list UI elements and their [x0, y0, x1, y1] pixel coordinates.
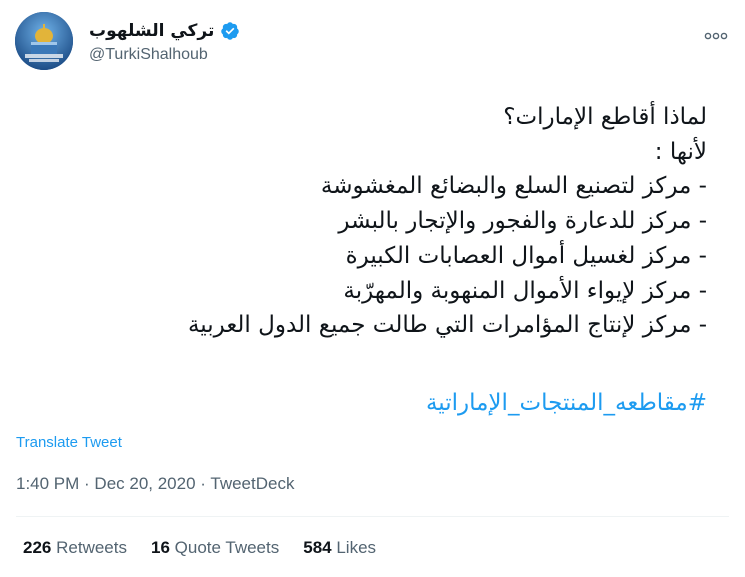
retweets-count: 226: [23, 538, 52, 557]
tweet-metadata: 1:40 PM · Dec 20, 2020 · TweetDeck: [16, 474, 294, 494]
avatar[interactable]: [15, 12, 73, 70]
likes-stat[interactable]: 584 Likes: [303, 538, 376, 558]
retweets-stat[interactable]: 226 Retweets: [23, 538, 127, 558]
author-info: تركي الشلهوب @TurkiShalhoub: [89, 20, 240, 64]
tweet-line: لأنها :: [654, 138, 707, 165]
tweet-time[interactable]: 1:40 PM: [16, 474, 79, 493]
tweet-line: - مركز لتصنيع السلع والبضائع المغشوشة: [320, 173, 707, 200]
likes-label: Likes: [336, 538, 377, 557]
quote-tweets-label: Quote Tweets: [174, 538, 280, 557]
tweet-line: - مركز للدعارة والفجور والإتجار بالبشر: [338, 208, 707, 235]
retweets-label: Retweets: [56, 538, 127, 557]
tweet-line: - مركز لإنتاج المؤامرات التي طالت جميع ا…: [187, 312, 707, 339]
author-handle[interactable]: @TurkiShalhoub: [89, 46, 240, 64]
hashtag-link[interactable]: #مقاطعه_المنتجات_الإماراتية: [67, 386, 707, 421]
quote-tweets-count: 16: [150, 538, 170, 557]
tweet-line: لماذا أقاطع الإمارات؟: [503, 104, 707, 130]
quote-tweets-stat[interactable]: 16 Quote Tweets: [151, 538, 279, 558]
tweet-line: - مركز لإيواء الأموال المنهوبة والمهرّبة: [343, 277, 707, 304]
more-options-icon[interactable]: [704, 26, 728, 45]
author-display-name[interactable]: تركي الشلهوب: [89, 21, 214, 41]
verified-badge-icon: [221, 22, 240, 40]
tweet-source[interactable]: TweetDeck: [210, 474, 294, 493]
tweet-stats: 226 Retweets 16 Quote Tweets 584 Likes: [23, 538, 400, 558]
divider: [16, 516, 729, 517]
separator: ·: [195, 474, 211, 493]
tweet-header: تركي الشلهوب @TurkiShalhoub: [15, 12, 730, 70]
separator: ·: [79, 474, 95, 493]
translate-tweet-link[interactable]: Translate Tweet: [16, 434, 122, 451]
tweet-date[interactable]: Dec 20, 2020: [94, 474, 195, 493]
tweet-text: لماذا أقاطع الإمارات؟ لأنها : - مركز لتص…: [67, 100, 707, 420]
likes-count: 584: [303, 538, 332, 557]
tweet-line: - مركز لغسيل أموال العصابات الكبيرة: [345, 242, 707, 269]
